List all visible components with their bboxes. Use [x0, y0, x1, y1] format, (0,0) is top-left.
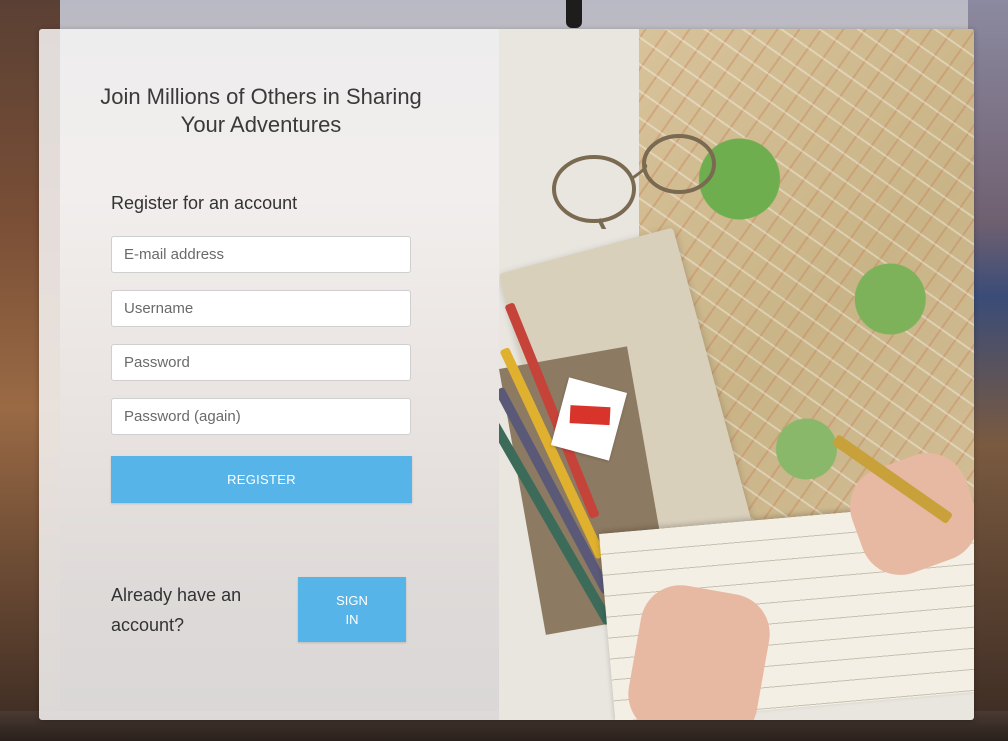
sign-in-button[interactable]: SIGN IN [298, 577, 406, 642]
signup-card: Join Millions of Others in Sharing Your … [39, 29, 974, 720]
password-field[interactable] [111, 344, 411, 381]
lantern-icon [566, 0, 582, 28]
register-title: Register for an account [111, 193, 298, 213]
register-button[interactable]: REGISTER [111, 456, 412, 503]
username-field[interactable] [111, 290, 411, 327]
email-field[interactable] [111, 236, 411, 273]
travel-map-photo [499, 29, 974, 720]
form-panel: Join Millions of Others in Sharing Your … [39, 29, 499, 720]
already-have-account-text: Already have an account? [111, 585, 242, 635]
page-headline: Join Millions of Others in Sharing Your … [100, 84, 422, 137]
background-scene-right [968, 0, 1008, 741]
glasses-icon [552, 134, 716, 229]
password-again-field[interactable] [111, 398, 411, 435]
